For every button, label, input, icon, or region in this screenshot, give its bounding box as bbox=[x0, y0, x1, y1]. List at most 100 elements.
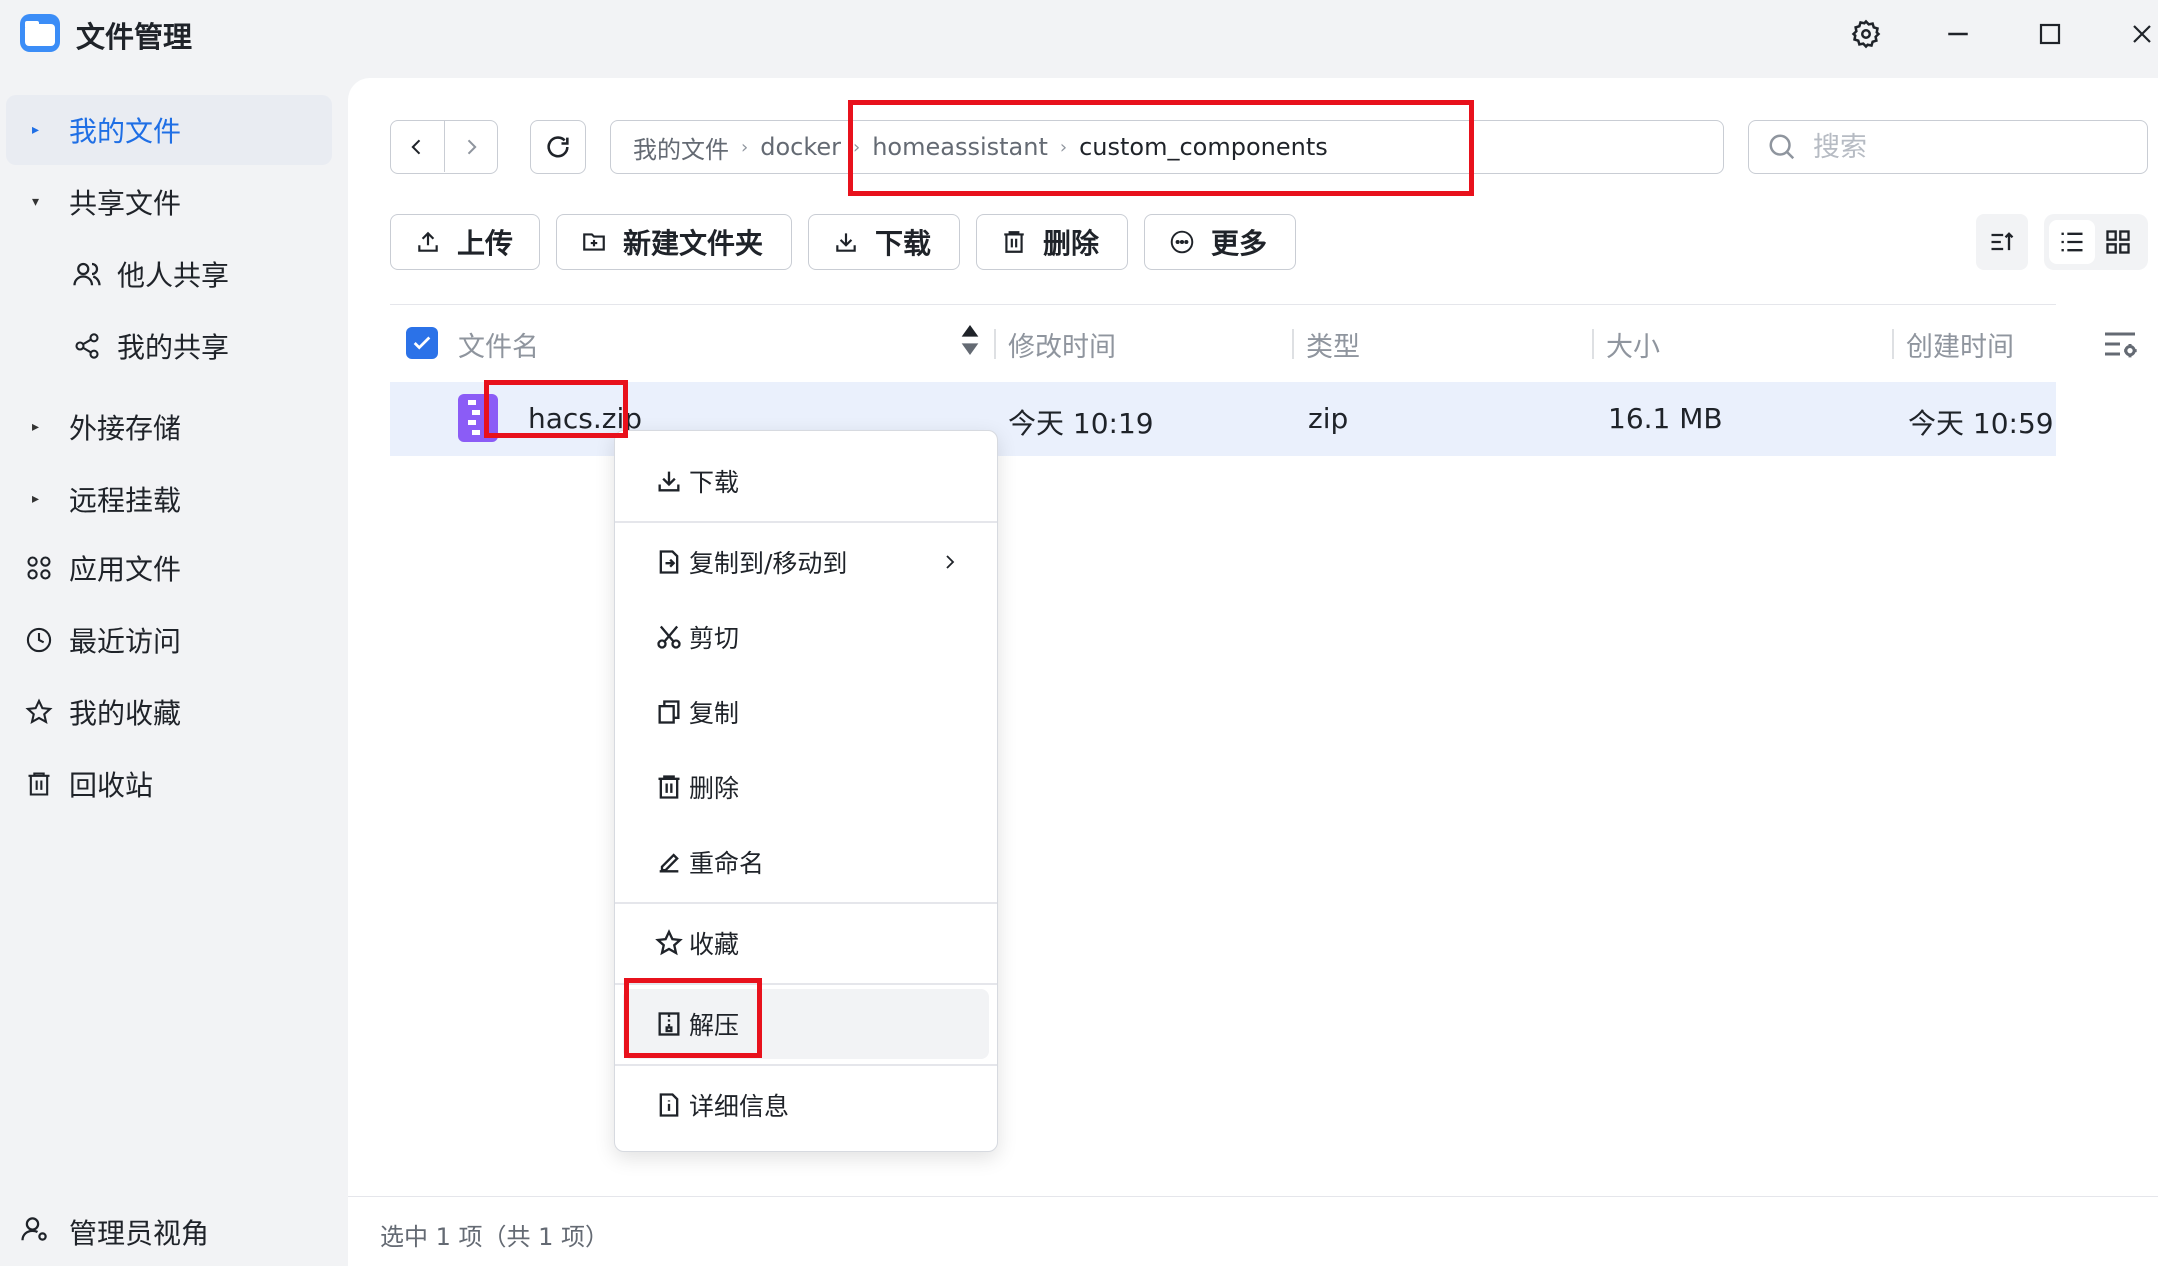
sidebar-item-label: 我的文件 bbox=[69, 115, 182, 148]
sidebar-item-recycle-bin[interactable]: 回收站 bbox=[6, 749, 332, 819]
sidebar-item-favorites[interactable]: 我的收藏 bbox=[6, 677, 332, 747]
search-input[interactable] bbox=[1813, 131, 2113, 163]
sidebar-item-label: 应用文件 bbox=[69, 553, 182, 586]
clock-icon bbox=[22, 623, 56, 657]
menu-item-label: 复制 bbox=[689, 699, 740, 728]
share-icon bbox=[70, 329, 104, 363]
breadcrumb-item[interactable]: docker bbox=[760, 133, 841, 161]
sort-button[interactable] bbox=[1976, 214, 2028, 270]
delete-button[interactable]: 删除 bbox=[976, 214, 1128, 270]
close-icon[interactable] bbox=[2122, 14, 2158, 54]
forward-button[interactable] bbox=[443, 121, 497, 172]
menu-item-copy-move[interactable]: 复制到/移动到 bbox=[623, 527, 989, 597]
list-view-icon bbox=[2061, 232, 2083, 252]
maximize-icon[interactable] bbox=[2030, 14, 2070, 54]
refresh-icon bbox=[547, 136, 569, 158]
sidebar-item-remote-mount[interactable]: ▸ 远程挂载 bbox=[6, 464, 332, 534]
column-header-name[interactable]: 文件名 bbox=[458, 325, 539, 364]
check-icon bbox=[413, 336, 431, 350]
menu-item-delete[interactable]: 删除 bbox=[623, 752, 989, 822]
breadcrumb-separator: › bbox=[741, 136, 749, 158]
download-label: 下载 bbox=[875, 227, 932, 260]
menu-item-details[interactable]: 详细信息 bbox=[623, 1070, 989, 1140]
search-box[interactable] bbox=[1748, 120, 2148, 174]
sort-order-icon[interactable] bbox=[960, 323, 980, 364]
new-folder-button[interactable]: 新建文件夹 bbox=[556, 214, 792, 270]
column-settings-icon[interactable] bbox=[2100, 324, 2140, 364]
menu-divider bbox=[615, 521, 997, 523]
breadcrumb-item[interactable]: 我的文件 bbox=[633, 130, 729, 165]
grid-view-button[interactable] bbox=[2095, 220, 2141, 264]
users-icon bbox=[70, 257, 104, 291]
sidebar-item-shared-files[interactable]: ▾ 共享文件 bbox=[6, 167, 332, 237]
admin-view-toggle[interactable]: 管理员视角 bbox=[0, 1198, 346, 1266]
back-button[interactable] bbox=[391, 121, 444, 172]
column-divider[interactable] bbox=[1592, 329, 1594, 359]
select-all-checkbox[interactable] bbox=[406, 327, 438, 359]
search-icon bbox=[1769, 134, 1795, 160]
sidebar-item-label: 回收站 bbox=[69, 769, 154, 802]
chevron-left-icon bbox=[411, 139, 421, 154]
sidebar-item-label: 我的收藏 bbox=[69, 697, 182, 730]
admin-view-label: 管理员视角 bbox=[69, 1217, 210, 1250]
menu-item-label: 下载 bbox=[689, 468, 740, 497]
menu-item-download[interactable]: 下载 bbox=[623, 446, 989, 516]
delete-label: 删除 bbox=[1043, 227, 1100, 260]
selection-status: 选中 1 项（共 1 项） bbox=[380, 1223, 610, 1251]
download-button[interactable]: 下载 bbox=[808, 214, 960, 270]
app-title: 文件管理 bbox=[76, 20, 193, 54]
chevron-right-icon bbox=[941, 548, 959, 577]
copy-move-icon bbox=[653, 546, 685, 578]
column-divider[interactable] bbox=[994, 329, 996, 359]
chevron-right-icon bbox=[467, 139, 477, 154]
menu-item-copy[interactable]: 复制 bbox=[623, 677, 989, 747]
column-header-created[interactable]: 创建时间 bbox=[1906, 325, 2014, 364]
menu-item-label: 删除 bbox=[689, 774, 740, 803]
menu-item-label: 剪切 bbox=[689, 624, 740, 653]
menu-item-label: 重命名 bbox=[689, 849, 765, 878]
menu-item-label: 收藏 bbox=[689, 930, 740, 959]
annotation-highlight-extract bbox=[624, 978, 762, 1058]
file-size: 16.1 MB bbox=[1608, 402, 1723, 435]
menu-item-favorite[interactable]: 收藏 bbox=[623, 908, 989, 978]
scissors-icon bbox=[653, 621, 685, 653]
sidebar-item-app-files[interactable]: 应用文件 bbox=[6, 533, 332, 603]
trash-icon bbox=[653, 771, 685, 803]
sidebar-item-label: 他人共享 bbox=[117, 259, 230, 292]
copy-icon bbox=[653, 696, 685, 728]
sidebar-item-external-storage[interactable]: ▸ 外接存储 bbox=[6, 392, 332, 462]
more-button[interactable]: 更多 bbox=[1144, 214, 1296, 270]
column-header-size[interactable]: 大小 bbox=[1606, 325, 1660, 364]
file-type: zip bbox=[1308, 402, 1349, 435]
sidebar-item-label: 共享文件 bbox=[69, 187, 182, 220]
more-label: 更多 bbox=[1211, 227, 1268, 260]
column-header-type[interactable]: 类型 bbox=[1306, 325, 1360, 364]
menu-item-rename[interactable]: 重命名 bbox=[623, 827, 989, 897]
upload-button[interactable]: 上传 bbox=[390, 214, 540, 270]
pencil-icon bbox=[653, 846, 685, 878]
file-modified: 今天 10:19 bbox=[1008, 407, 1154, 440]
app-folder-icon bbox=[20, 14, 60, 52]
grid-view-icon bbox=[2106, 230, 2130, 254]
list-view-button[interactable] bbox=[2049, 220, 2095, 264]
column-divider[interactable] bbox=[1292, 329, 1294, 359]
sidebar-item-my-shares[interactable]: 我的共享 bbox=[6, 311, 332, 381]
new-folder-icon bbox=[579, 227, 609, 257]
admin-user-icon bbox=[20, 1214, 50, 1251]
sidebar-item-shared-with-me[interactable]: 他人共享 bbox=[6, 239, 332, 309]
column-header-modified[interactable]: 修改时间 bbox=[1008, 325, 1116, 364]
sort-icon bbox=[1991, 232, 2014, 251]
menu-divider bbox=[615, 902, 997, 904]
info-icon bbox=[653, 1089, 685, 1121]
menu-item-cut[interactable]: 剪切 bbox=[623, 602, 989, 672]
download-icon bbox=[653, 465, 685, 497]
sidebar-item-recent[interactable]: 最近访问 bbox=[6, 605, 332, 675]
star-icon bbox=[653, 927, 685, 959]
trash-icon bbox=[999, 227, 1029, 257]
minimize-icon[interactable] bbox=[1938, 14, 1978, 54]
settings-gear-icon[interactable] bbox=[1846, 14, 1886, 54]
trash-icon bbox=[22, 767, 56, 801]
refresh-button[interactable] bbox=[530, 120, 586, 174]
column-divider[interactable] bbox=[1892, 329, 1894, 359]
sidebar-item-my-files[interactable]: ▸ 我的文件 bbox=[6, 95, 332, 165]
